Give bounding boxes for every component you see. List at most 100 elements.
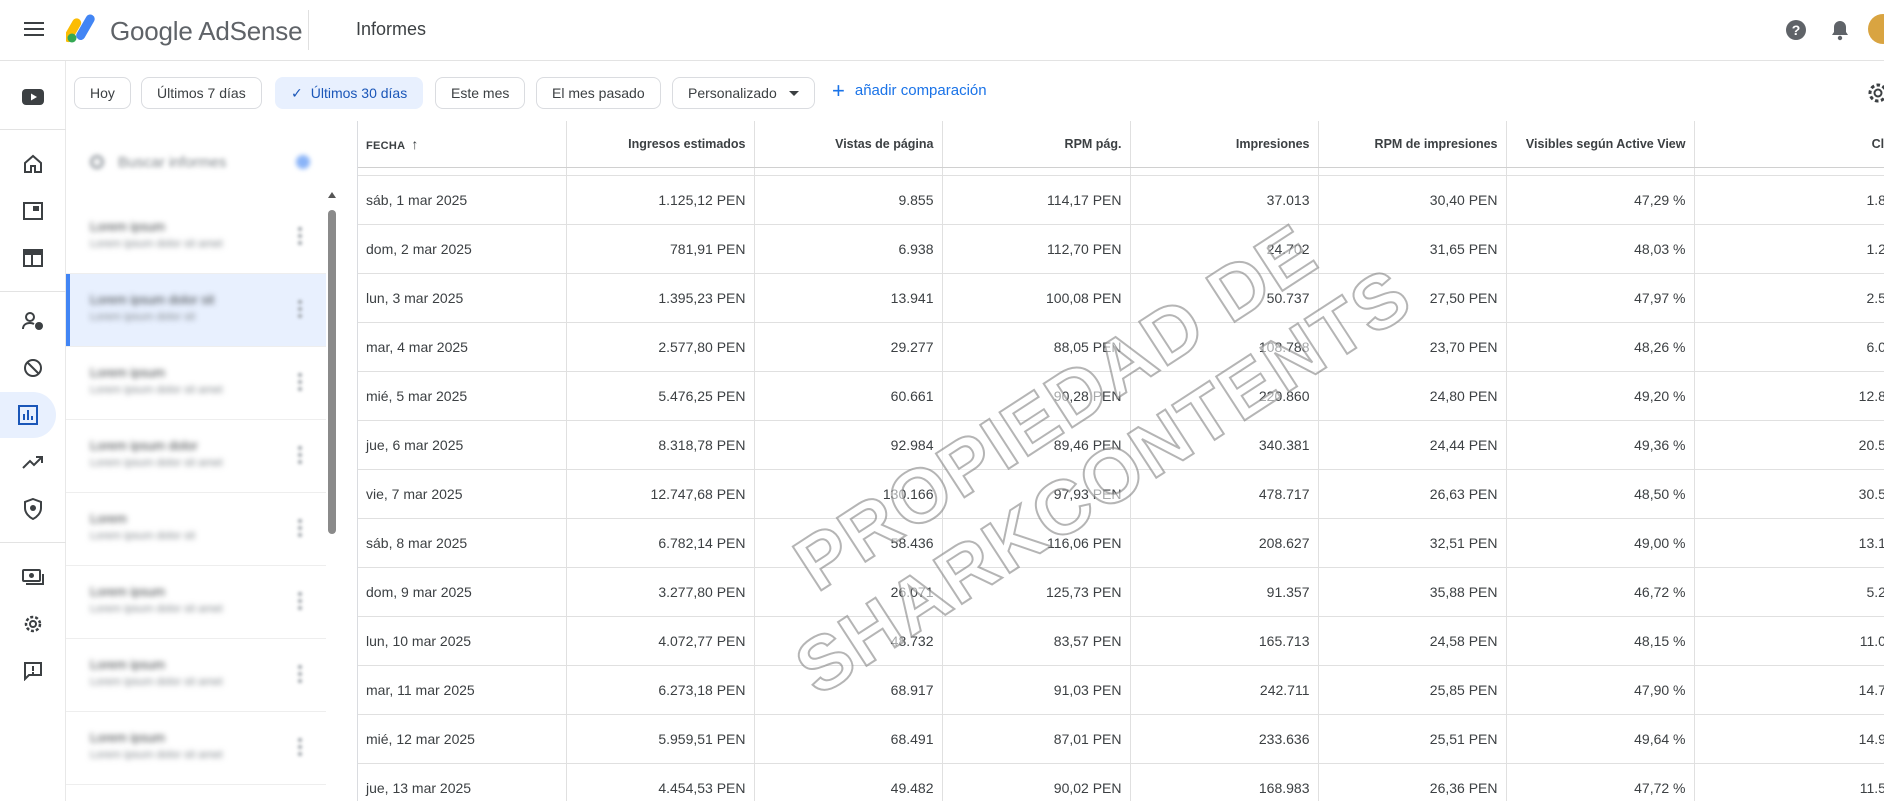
saved-report-item[interactable]: Lorem ipsum Lorem ipsum dolor sit amet <box>66 347 326 420</box>
blocking-controls-icon[interactable] <box>10 345 56 391</box>
chip-label: Hoy <box>90 85 115 101</box>
add-comparison-button[interactable]: + añadir comparación <box>832 77 987 103</box>
feedback-icon[interactable] <box>10 648 56 694</box>
column-header[interactable]: Impresiones <box>1130 121 1319 168</box>
metric-cell: 8.318,78 PEN <box>566 420 755 470</box>
metric-cell: 1.395,23 PEN <box>566 273 755 323</box>
custom-date-select[interactable]: Personalizado <box>672 77 815 109</box>
metric-cell: 91,03 PEN <box>942 665 1131 715</box>
metric-cell: 24,58 PEN <box>1318 616 1507 666</box>
column-header-date[interactable]: FECHA ↑ <box>358 121 567 168</box>
dropdown-arrow-icon <box>788 90 799 96</box>
scroll-up-icon[interactable] <box>328 192 336 198</box>
metric-cell: 5.224 <box>1694 567 1884 617</box>
saved-report-item[interactable]: Lorem Lorem ipsum dolor sit <box>66 493 326 566</box>
report-search[interactable]: Buscar informes <box>90 151 310 173</box>
saved-report-item[interactable]: Lorem ipsum Lorem ipsum dolor sit amet <box>66 566 326 639</box>
metric-cell: 1.859 <box>1694 175 1884 225</box>
more-options-icon[interactable] <box>298 519 302 537</box>
table-row: mar, 4 mar 2025 2.577,80 PEN 29.277 88,05 P… <box>358 322 1884 372</box>
metric-cell: 37.013 <box>1130 175 1319 225</box>
youtube-icon[interactable] <box>10 74 56 120</box>
metric-cell: 3.277,80 PEN <box>566 567 755 617</box>
check-icon: ✓ <box>291 84 303 101</box>
more-options-icon[interactable] <box>298 446 302 464</box>
settings-icon[interactable] <box>10 601 56 647</box>
reports-icon[interactable] <box>0 392 56 438</box>
column-header[interactable]: Vistas de página <box>754 121 943 168</box>
saved-report-item-active[interactable]: Lorem ipsum dolor sit Lorem ipsum dolor s… <box>66 274 326 347</box>
plus-icon: + <box>832 77 845 103</box>
more-options-icon[interactable] <box>298 665 302 683</box>
privacy-messaging-icon[interactable] <box>10 298 56 344</box>
ads-icon[interactable] <box>10 235 56 281</box>
metric-cell: 47,97 % <box>1506 273 1695 323</box>
more-options-icon[interactable] <box>298 738 302 756</box>
date-cell: lun, 10 mar 2025 <box>358 616 567 666</box>
metric-cell: 31,65 PEN <box>1318 224 1507 274</box>
more-options-icon[interactable] <box>298 300 302 318</box>
metric-cell: 340.381 <box>1130 420 1319 470</box>
panel-scrollbar[interactable] <box>328 192 336 801</box>
table-row: dom, 9 mar 2025 3.277,80 PEN 26.071 125,73 … <box>358 567 1884 617</box>
metric-cell: 781,91 PEN <box>566 224 755 274</box>
saved-report-item[interactable]: Lorem ipsum dolor Lorem ipsum dolor sit a… <box>66 420 326 493</box>
filter-chip-this-month[interactable]: Este mes <box>435 77 526 109</box>
sites-icon[interactable] <box>10 188 56 234</box>
scrollbar-thumb[interactable] <box>328 210 336 534</box>
date-cell: dom, 9 mar 2025 <box>358 567 567 617</box>
filter-chip-today[interactable]: Hoy <box>74 77 131 109</box>
metric-cell: 11.504 <box>1694 763 1884 801</box>
sort-ascending-icon[interactable]: ↑ <box>411 136 418 152</box>
metric-cell: 20.587 <box>1694 420 1884 470</box>
more-options-icon[interactable] <box>298 227 302 245</box>
chip-label: Este mes <box>451 85 510 101</box>
chip-label: Últimos 30 días <box>310 85 408 101</box>
column-header[interactable]: RPM de impresiones <box>1318 121 1507 168</box>
notifications-icon[interactable] <box>1826 16 1854 44</box>
table-settings-icon[interactable] <box>1866 81 1884 105</box>
filter-chip-last-month[interactable]: El mes pasado <box>536 77 661 109</box>
metric-cell: 14.966 <box>1694 714 1884 764</box>
payments-icon[interactable] <box>10 554 56 600</box>
account-avatar[interactable] <box>1868 14 1884 44</box>
metric-cell: 478.717 <box>1130 469 1319 519</box>
metric-cell: 1.125,12 PEN <box>566 175 755 225</box>
metric-cell: 50.737 <box>1130 273 1319 323</box>
column-header[interactable]: Visibles según Active View <box>1506 121 1695 168</box>
column-header[interactable]: Ingresos estimados <box>566 121 755 168</box>
date-cell: sáb, 1 mar 2025 <box>358 175 567 225</box>
product-name[interactable]: Google AdSense <box>110 16 303 47</box>
main-menu-icon[interactable] <box>22 18 46 42</box>
metric-cell: 88,05 PEN <box>942 322 1131 372</box>
metric-cell: 100,08 PEN <box>942 273 1131 323</box>
metric-cell: 116,06 PEN <box>942 518 1131 568</box>
filter-chip-last-7-days[interactable]: Últimos 7 días <box>141 77 262 109</box>
column-header[interactable]: Clics <box>1694 121 1884 168</box>
optimization-icon[interactable] <box>10 439 56 485</box>
home-icon[interactable] <box>10 141 56 187</box>
saved-report-item[interactable]: Lorem ipsum Lorem ipsum dolor sit amet <box>66 201 326 274</box>
saved-report-item[interactable]: Lorem ipsum Lorem ipsum dolor sit amet <box>66 712 326 785</box>
policy-center-icon[interactable] <box>10 486 56 532</box>
metric-cell: 2.572 <box>1694 273 1884 323</box>
metric-cell: 4.072,77 PEN <box>566 616 755 666</box>
chip-label: Últimos 7 días <box>157 85 246 101</box>
rail-divider <box>0 542 66 543</box>
metric-cell: 48,03 % <box>1506 224 1695 274</box>
filter-chip-last-30-days[interactable]: ✓ Últimos 30 días <box>275 77 424 109</box>
metric-cell: 13.102 <box>1694 518 1884 568</box>
help-icon[interactable]: ? <box>1782 16 1810 44</box>
more-options-icon[interactable] <box>298 592 302 610</box>
more-options-icon[interactable] <box>298 373 302 391</box>
search-submit-icon[interactable] <box>296 155 310 169</box>
saved-report-item[interactable]: Lorem ipsum Lorem ipsum dolor sit amet <box>66 639 326 712</box>
metric-cell: 125,73 PEN <box>942 567 1131 617</box>
adsense-logo <box>66 14 95 43</box>
rail-divider <box>0 291 66 292</box>
metric-cell: 25,85 PEN <box>1318 665 1507 715</box>
table-row: lun, 10 mar 2025 4.072,77 PEN 48.732 83,57 … <box>358 616 1884 666</box>
top-bar: Google AdSense Informes ? <box>0 0 1884 61</box>
column-header[interactable]: RPM pág. <box>942 121 1131 168</box>
metric-cell: 97,93 PEN <box>942 469 1131 519</box>
